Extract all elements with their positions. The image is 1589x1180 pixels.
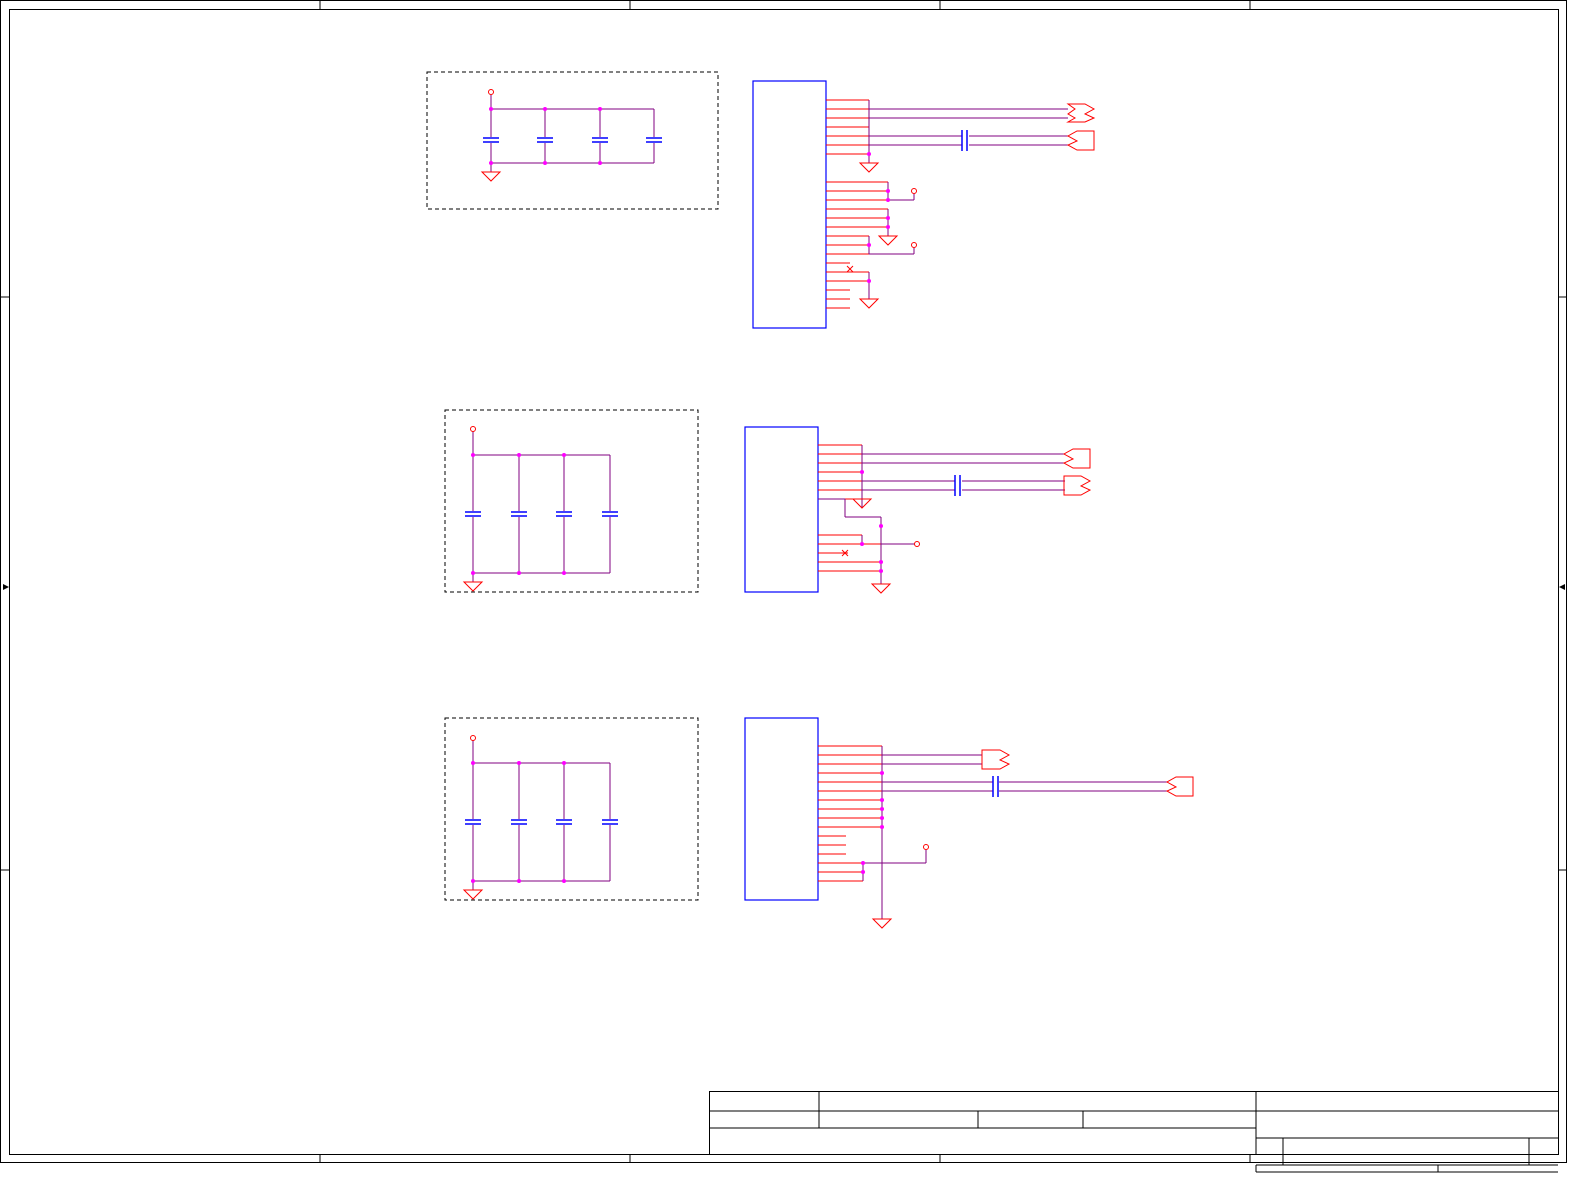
junction-dot	[861, 861, 865, 865]
junction-dot	[867, 152, 871, 156]
junction-dot	[880, 825, 884, 829]
capacitor-icon	[592, 137, 608, 143]
junction-dot	[867, 243, 871, 247]
junction-dot	[886, 216, 890, 220]
off-page-connector-icon	[981, 749, 1011, 770]
junction-dot	[860, 470, 864, 474]
junction-dot	[517, 879, 521, 883]
dashed-outline	[426, 71, 719, 210]
capacitor-icon	[992, 776, 999, 797]
capacitor-icon	[556, 511, 572, 517]
junction-dot	[886, 198, 890, 202]
junction-dot	[879, 560, 883, 564]
connector-1	[752, 80, 1096, 329]
schematic-sheet	[0, 0, 1567, 1173]
off-page-connector-icon	[1063, 475, 1092, 496]
junction-dot	[880, 816, 884, 820]
off-page-connector-icon	[1062, 448, 1091, 469]
junction-dot	[471, 761, 475, 765]
capacitor-icon	[511, 819, 527, 825]
junction-dot	[471, 879, 475, 883]
connector-body	[752, 80, 827, 329]
junction-dot	[471, 571, 475, 575]
arrow-icon	[3, 584, 9, 590]
no-connect-icon	[846, 265, 854, 273]
power-pin-icon	[923, 844, 929, 850]
connector-3	[744, 717, 1194, 929]
capacitor-icon	[602, 511, 618, 517]
capacitor-icon	[511, 511, 527, 517]
ground-icon	[462, 581, 484, 592]
ground-icon	[870, 583, 892, 594]
junction-dot	[562, 453, 566, 457]
ground-icon	[858, 162, 880, 173]
junction-dot	[562, 571, 566, 575]
junction-dot	[562, 761, 566, 765]
junction-dot	[867, 279, 871, 283]
ground-icon	[480, 171, 502, 182]
decoupling-block-1	[426, 71, 719, 210]
sheet-frame	[0, 0, 1567, 1163]
capacitor-icon	[646, 137, 662, 143]
connector-body	[744, 717, 819, 901]
junction-dot	[880, 807, 884, 811]
junction-dot	[880, 771, 884, 775]
capacitor-icon	[483, 137, 499, 143]
off-page-connector-icon	[1066, 103, 1096, 123]
capacitor-icon	[961, 130, 968, 151]
capacitor-icon	[556, 819, 572, 825]
power-pin-icon	[488, 89, 494, 95]
junction-dot	[886, 225, 890, 229]
dashed-outline	[444, 409, 699, 593]
ground-icon	[462, 889, 484, 900]
title-block	[709, 1091, 1559, 1173]
connector-body	[744, 426, 819, 593]
decoupling-block-3	[444, 717, 699, 901]
ground-icon	[871, 918, 893, 929]
junction-dot	[543, 107, 547, 111]
junction-dot	[879, 524, 883, 528]
dashed-outline	[444, 717, 699, 901]
junction-dot	[517, 453, 521, 457]
capacitor-icon	[465, 511, 481, 517]
ground-icon	[858, 298, 880, 309]
decoupling-block-2	[444, 409, 699, 593]
junction-dot	[886, 189, 890, 193]
off-page-connector-icon	[1066, 130, 1095, 151]
power-pin-icon	[914, 541, 920, 547]
capacitor-icon	[465, 819, 481, 825]
connector-2	[744, 426, 1092, 594]
power-pin-icon	[470, 735, 476, 741]
off-page-connector-icon	[1165, 776, 1194, 797]
capacitor-icon	[602, 819, 618, 825]
capacitor-icon	[954, 475, 961, 496]
arrow-icon	[1559, 584, 1565, 590]
power-pin-icon	[911, 188, 917, 194]
junction-dot	[598, 161, 602, 165]
ground-icon	[877, 235, 899, 246]
junction-dot	[879, 569, 883, 573]
capacitor-icon	[537, 137, 553, 143]
junction-dot	[489, 107, 493, 111]
junction-dot	[543, 161, 547, 165]
junction-dot	[861, 870, 865, 874]
junction-dot	[562, 879, 566, 883]
junction-dot	[489, 161, 493, 165]
junction-dot	[880, 798, 884, 802]
power-pin-icon	[470, 426, 476, 432]
junction-dot	[517, 571, 521, 575]
junction-dot	[598, 107, 602, 111]
junction-dot	[471, 453, 475, 457]
power-pin-icon	[911, 242, 917, 248]
junction-dot	[860, 542, 864, 546]
junction-dot	[517, 761, 521, 765]
